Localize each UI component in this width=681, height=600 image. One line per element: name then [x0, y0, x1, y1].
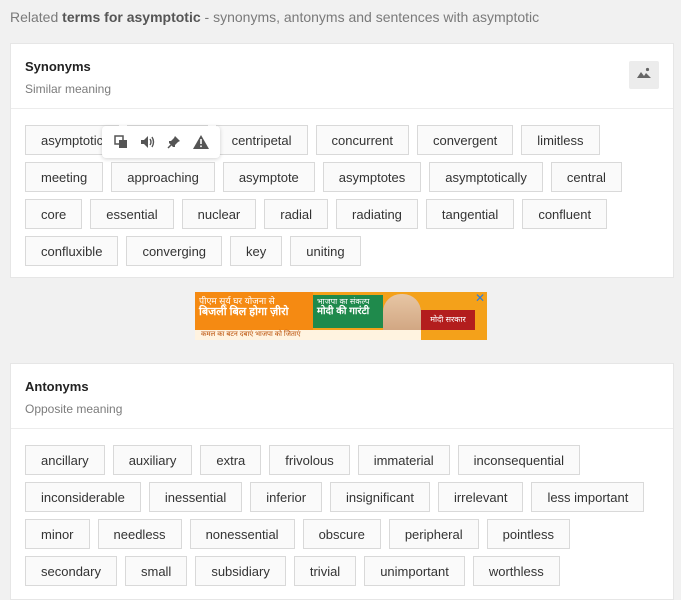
antonym-chip[interactable]: immaterial	[357, 445, 450, 475]
antonym-chip[interactable]: obscure	[302, 519, 381, 549]
synonym-chip[interactable]: concurrent	[315, 125, 409, 155]
antonym-chip[interactable]: inconsequential	[457, 445, 581, 475]
synonym-chip[interactable]: limitless	[521, 125, 600, 155]
synonym-chip[interactable]: asymptote	[222, 162, 315, 192]
antonym-chip[interactable]: insignificant	[330, 482, 430, 512]
synonym-chip[interactable]: approaching	[111, 162, 215, 192]
speaker-icon[interactable]	[137, 131, 159, 153]
image-button[interactable]	[629, 61, 659, 89]
close-icon[interactable]: ✕	[475, 292, 487, 304]
antonym-chip[interactable]: inessential	[148, 482, 243, 512]
word-toolbar	[102, 126, 220, 158]
pin-icon[interactable]	[163, 131, 185, 153]
ad-mid-panel: भाजपा का संकल्प मोदी की गारंटी	[313, 295, 383, 328]
antonyms-list: ancillary auxiliary extra frivolous immateri…	[25, 445, 665, 586]
antonym-chip[interactable]: small	[124, 556, 188, 586]
synonym-chip[interactable]: confluent	[522, 199, 608, 229]
warning-icon[interactable]	[190, 131, 212, 153]
antonyms-card: Antonyms Opposite meaning ancillary auxil…	[10, 363, 674, 600]
ad-mid-line2: मोदी की गारंटी	[317, 306, 370, 317]
antonyms-header: Antonyms Opposite meaning	[11, 364, 673, 429]
antonym-chip[interactable]: peripheral	[388, 519, 479, 549]
antonym-chip[interactable]: less important	[531, 482, 645, 512]
antonym-chip[interactable]: pointless	[486, 519, 570, 549]
synonym-chip[interactable]: meeting	[25, 162, 104, 192]
synonym-chip[interactable]: core	[25, 199, 83, 229]
synonym-chip[interactable]: key	[230, 236, 283, 266]
synonyms-card: Synonyms Similar meaning asymptotic centr…	[10, 43, 674, 278]
synonym-chip[interactable]: convergent	[416, 125, 514, 155]
synonym-chip[interactable]: asymptotes	[322, 162, 422, 192]
heading-bold: terms for asymptotic	[62, 9, 201, 25]
heading-prefix: Related	[10, 9, 63, 25]
antonym-chip[interactable]: inconsiderable	[25, 482, 141, 512]
synonym-chip[interactable]: radial	[264, 199, 329, 229]
ad-bottom-strip: कमल का बटन दबाएं भाजपा को जिताएं	[195, 330, 421, 340]
antonyms-subtitle: Opposite meaning	[25, 402, 123, 416]
antonym-chip[interactable]: nonessential	[189, 519, 295, 549]
advertisement-banner[interactable]: पीएम सूर्य घर योजना से बिजली बिल होगा ज़…	[195, 292, 487, 340]
synonym-chip[interactable]: centripetal	[215, 125, 308, 155]
copy-icon[interactable]	[110, 131, 132, 153]
antonym-chip[interactable]: minor	[25, 519, 90, 549]
antonym-chip[interactable]: inferior	[250, 482, 323, 512]
antonym-chip[interactable]: extra	[200, 445, 262, 475]
page-heading: Related terms for asymptotic - synonyms,…	[10, 9, 539, 25]
antonyms-title: Antonyms	[25, 379, 89, 394]
synonym-chip[interactable]: confluxible	[25, 236, 119, 266]
synonym-chip[interactable]: radiating	[336, 199, 418, 229]
synonym-chip[interactable]: nuclear	[181, 199, 257, 229]
heading-suffix: - synonyms, antonyms and sentences with …	[200, 9, 540, 25]
synonym-chip[interactable]: uniting	[290, 236, 361, 266]
ad-right-badge: मोदी सरकार	[421, 310, 475, 330]
image-icon	[637, 66, 651, 84]
antonym-chip[interactable]: frivolous	[269, 445, 350, 475]
synonyms-header: Synonyms Similar meaning	[11, 44, 673, 109]
synonym-chip[interactable]: converging	[126, 236, 223, 266]
antonym-chip[interactable]: ancillary	[25, 445, 105, 475]
ad-left-panel: पीएम सूर्य घर योजना से बिजली बिल होगा ज़…	[195, 292, 313, 330]
synonyms-title: Synonyms	[25, 59, 91, 74]
synonym-chip[interactable]: essential	[90, 199, 174, 229]
antonym-chip[interactable]: irrelevant	[437, 482, 524, 512]
antonym-chip[interactable]: subsidiary	[195, 556, 286, 586]
synonym-chip[interactable]: central	[550, 162, 622, 192]
synonym-chip[interactable]: asymptotically	[429, 162, 543, 192]
antonym-chip[interactable]: needless	[97, 519, 182, 549]
antonym-chip[interactable]: trivial	[293, 556, 357, 586]
antonym-chip[interactable]: secondary	[25, 556, 117, 586]
synonyms-subtitle: Similar meaning	[25, 82, 112, 96]
antonym-chip[interactable]: auxiliary	[112, 445, 193, 475]
antonym-chip[interactable]: unimportant	[364, 556, 465, 586]
antonym-chip[interactable]: worthless	[472, 556, 560, 586]
synonym-chip[interactable]: tangential	[425, 199, 515, 229]
ad-left-line2: बिजली बिल होगा ज़ीरो	[199, 306, 289, 318]
